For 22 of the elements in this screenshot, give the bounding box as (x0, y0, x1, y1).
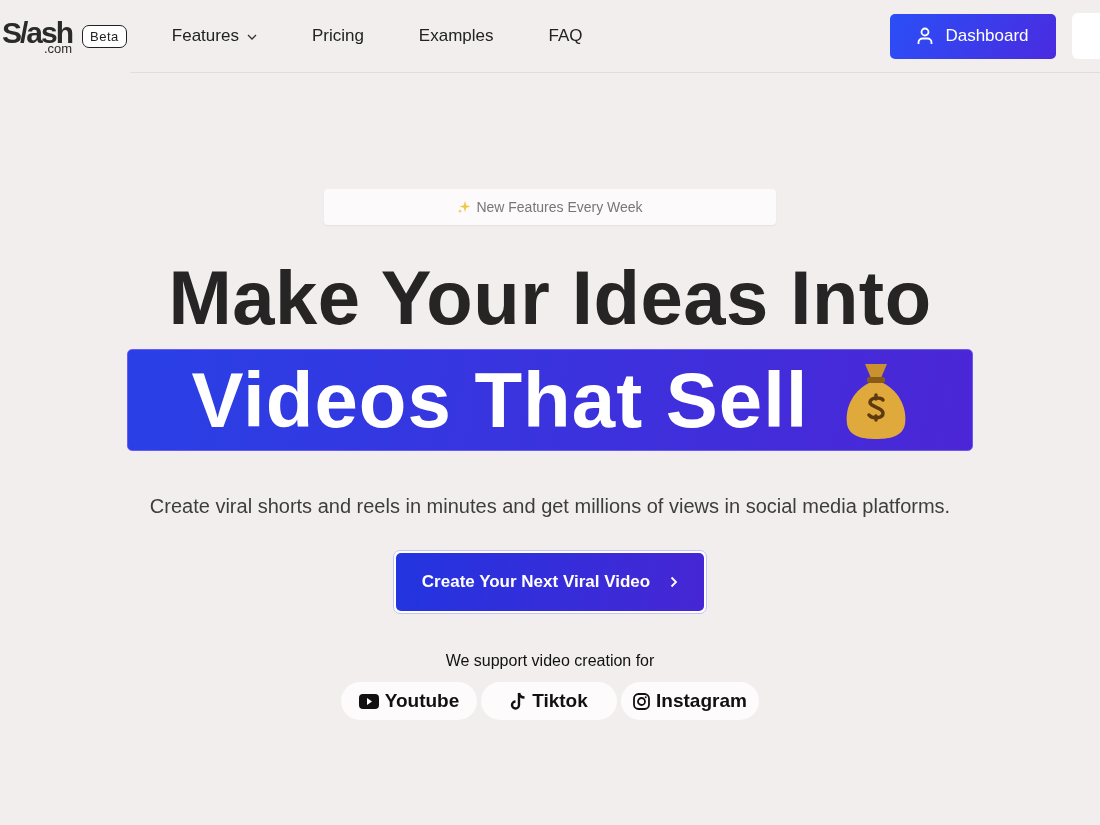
support-text: We support video creation for (445, 652, 655, 670)
user-icon (917, 27, 934, 45)
hero-heading-highlight: Videos That Sell (191, 354, 809, 446)
chevron-down-icon (246, 34, 257, 40)
beta-badge: Beta (82, 24, 127, 48)
announcement-pill: New Features Every Week (324, 189, 776, 225)
dashboard-button[interactable]: Dashboard (890, 13, 1056, 59)
nav-link[interactable]: Examples (418, 26, 494, 46)
cta-button[interactable]: Create Your Next Viral Video (396, 553, 704, 611)
chevron-right-icon (670, 576, 679, 588)
play-icon (358, 693, 379, 709)
nav-link[interactable]: Features (171, 26, 257, 46)
platform-chip[interactable]: Youtube (341, 682, 477, 720)
music-note-icon (510, 691, 527, 711)
nav-link[interactable]: Pricing (311, 26, 364, 46)
sparkle-icon (457, 200, 472, 214)
hero-heading: Make Your Ideas Into (168, 254, 932, 342)
platform-chip[interactable]: Instagram (621, 682, 759, 720)
hero-subtitle: Create viral shorts and reels in minutes and get millions of views in social media platforms. (149, 495, 951, 518)
platform-chip[interactable]: Tiktok (481, 682, 617, 720)
nav-link[interactable]: FAQ (548, 26, 583, 46)
camera-icon (633, 692, 651, 710)
